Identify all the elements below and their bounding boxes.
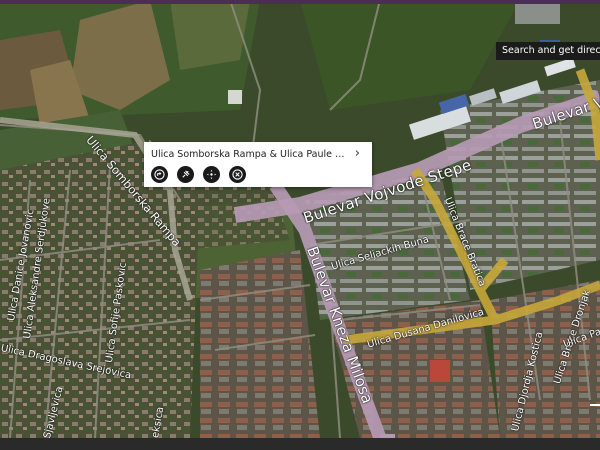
pin-icon xyxy=(182,170,190,178)
location-popup: Ulica Somborska Rampa & Ulica Paule Sosb… xyxy=(144,142,372,187)
close-icon xyxy=(232,169,243,180)
nearby-button[interactable] xyxy=(203,166,220,183)
scale-indicator xyxy=(590,404,600,406)
directions-icon xyxy=(154,169,165,180)
close-button[interactable] xyxy=(229,166,246,183)
popup-actions xyxy=(151,166,246,183)
pin-button[interactable] xyxy=(177,166,194,183)
nearby-icon xyxy=(206,169,217,180)
chevron-right-icon[interactable]: › xyxy=(355,146,360,161)
search-directions-button[interactable]: Search and get directions xyxy=(496,42,600,60)
window-bottom-bar xyxy=(0,438,600,450)
popup-address-title[interactable]: Ulica Somborska Rampa & Ulica Paule Sosb… xyxy=(151,149,346,160)
directions-button[interactable] xyxy=(151,166,168,183)
window-top-bar xyxy=(0,0,600,4)
map-canvas[interactable]: Bulevar Vojvode Stepe Bulevar Vo Bulevar… xyxy=(0,0,600,438)
